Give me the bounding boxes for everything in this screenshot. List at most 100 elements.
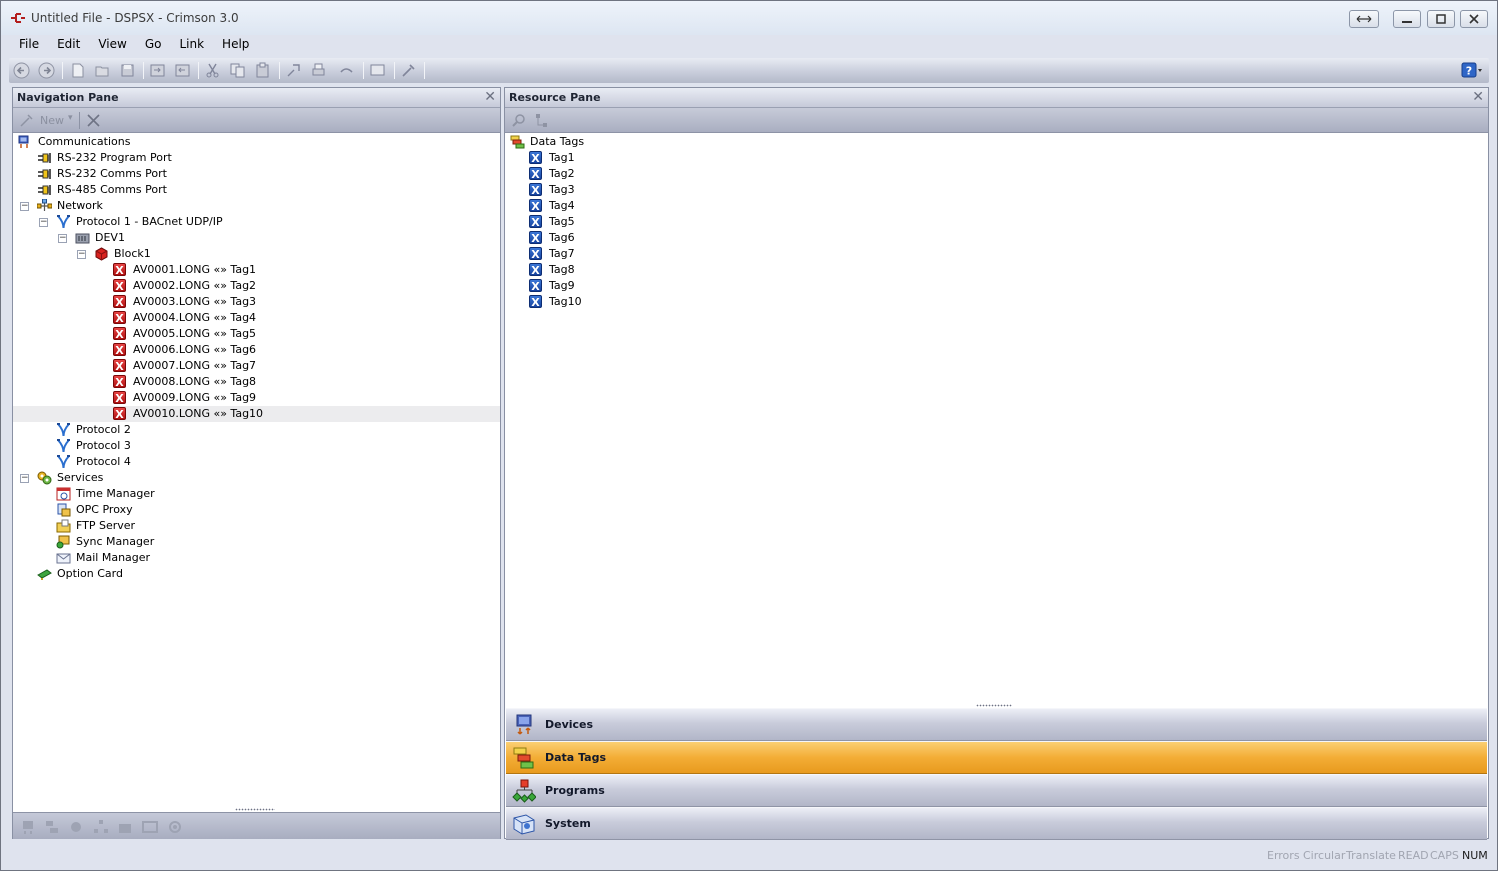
tree-item[interactable]: Protocol 4 xyxy=(13,454,500,470)
menu-view[interactable]: View xyxy=(89,36,135,55)
tree-item[interactable]: X AV0010.LONG «» Tag10 xyxy=(13,406,500,422)
tree-item[interactable]: OPC Proxy xyxy=(13,502,500,518)
mapping-icon: X xyxy=(113,375,128,389)
new-button[interactable]: New xyxy=(40,114,64,127)
category-programs[interactable]: Programs xyxy=(506,774,1487,807)
tree-item[interactable]: Protocol 2 xyxy=(13,422,500,438)
nav-tags-icon[interactable] xyxy=(44,819,60,835)
restore-down-button[interactable] xyxy=(1349,10,1379,28)
collapse-toggle[interactable]: − xyxy=(58,234,67,243)
tree-item[interactable]: RS-485 Comms Port xyxy=(13,182,500,198)
tree-item[interactable]: X Tag5 xyxy=(505,214,1488,230)
tree-item[interactable]: X AV0003.LONG «» Tag3 xyxy=(13,294,500,310)
tree-item[interactable]: X Tag9 xyxy=(505,278,1488,294)
collapse-toggle[interactable]: − xyxy=(77,250,86,259)
device-icon xyxy=(75,231,90,245)
category-devices[interactable]: Devices xyxy=(506,708,1487,741)
tree-item-label: Sync Manager xyxy=(76,535,155,548)
tree-item[interactable]: X Tag4 xyxy=(505,198,1488,214)
new-file-icon[interactable] xyxy=(69,62,86,79)
tree-item[interactable]: X AV0002.LONG «» Tag2 xyxy=(13,278,500,294)
tree-item[interactable]: − Network xyxy=(13,198,500,214)
tree-item[interactable]: X Tag8 xyxy=(505,262,1488,278)
print-icon[interactable] xyxy=(310,62,327,79)
category-data-tags[interactable]: Data Tags xyxy=(506,741,1487,774)
tree-item[interactable]: Data Tags xyxy=(505,134,1488,150)
splitter-grip[interactable] xyxy=(976,704,1012,707)
toolbar-separator xyxy=(198,62,199,79)
tree-view-icon[interactable] xyxy=(534,113,549,128)
tree-item[interactable]: X Tag6 xyxy=(505,230,1488,246)
menu-file[interactable]: File xyxy=(10,36,48,55)
nav-files-icon[interactable] xyxy=(117,819,133,835)
nav-system-icon[interactable] xyxy=(167,819,183,835)
tree-item-label: DEV1 xyxy=(95,231,125,244)
copy-icon[interactable] xyxy=(229,62,246,79)
find-icon[interactable] xyxy=(285,62,302,79)
forward-icon[interactable] xyxy=(38,62,55,79)
nav-web-icon[interactable] xyxy=(93,819,109,835)
tree-item[interactable]: − DEV1 xyxy=(13,230,500,246)
tree-item[interactable]: − Services xyxy=(13,470,500,486)
tree-item[interactable]: X AV0001.LONG «» Tag1 xyxy=(13,262,500,278)
paste-icon[interactable] xyxy=(254,62,271,79)
close-button[interactable] xyxy=(1460,10,1488,28)
port-icon xyxy=(37,151,52,165)
resource-pane-header: Resource Pane ✕ xyxy=(505,88,1488,108)
link-icon[interactable] xyxy=(338,62,355,79)
tree-item[interactable]: − Block1 xyxy=(13,246,500,262)
open-icon[interactable] xyxy=(94,62,111,79)
category-system[interactable]: System xyxy=(506,807,1487,840)
maximize-button[interactable] xyxy=(1427,10,1455,28)
menu-link[interactable]: Link xyxy=(170,36,213,55)
tool-icon[interactable] xyxy=(400,62,417,79)
tree-item[interactable]: FTP Server xyxy=(13,518,500,534)
port-icon xyxy=(37,167,52,181)
tree-item[interactable]: X Tag2 xyxy=(505,166,1488,182)
tree-item[interactable]: X AV0007.LONG «» Tag7 xyxy=(13,358,500,374)
splitter-grip[interactable] xyxy=(235,808,275,811)
export-icon[interactable] xyxy=(174,62,191,79)
import-icon[interactable] xyxy=(149,62,166,79)
tree-item[interactable]: Communications xyxy=(13,134,500,150)
minimize-icon xyxy=(1402,21,1412,23)
tree-item[interactable]: X Tag7 xyxy=(505,246,1488,262)
tree-item-label: AV0003.LONG «» Tag3 xyxy=(133,295,257,308)
back-icon[interactable] xyxy=(13,62,30,79)
tree-item[interactable]: Protocol 3 xyxy=(13,438,500,454)
tree-item[interactable]: Time Manager xyxy=(13,486,500,502)
help-icon[interactable]: ? xyxy=(1461,62,1483,79)
nav-devices-icon[interactable] xyxy=(20,819,36,835)
nav-programs-icon[interactable] xyxy=(68,819,84,835)
delete-icon[interactable] xyxy=(86,113,101,128)
collapse-toggle[interactable]: − xyxy=(20,474,29,483)
close-icon[interactable]: ✕ xyxy=(484,89,496,105)
minimize-button[interactable] xyxy=(1393,10,1421,28)
menu-edit[interactable]: Edit xyxy=(48,36,89,55)
tree-item[interactable]: X AV0005.LONG «» Tag5 xyxy=(13,326,500,342)
tree-item[interactable]: X AV0006.LONG «» Tag6 xyxy=(13,342,500,358)
collapse-toggle[interactable]: − xyxy=(20,202,29,211)
tree-item[interactable]: X AV0004.LONG «» Tag4 xyxy=(13,310,500,326)
tree-item[interactable]: RS-232 Comms Port xyxy=(13,166,500,182)
display-icon[interactable] xyxy=(369,62,386,79)
menu-go[interactable]: Go xyxy=(136,36,171,55)
tree-item-label: Tag9 xyxy=(549,279,575,292)
tree-item[interactable]: Option Card xyxy=(13,566,500,582)
nav-display-icon[interactable] xyxy=(142,819,158,835)
search-icon[interactable] xyxy=(511,113,526,128)
tree-item[interactable]: X Tag3 xyxy=(505,182,1488,198)
tree-item[interactable]: X Tag1 xyxy=(505,150,1488,166)
tree-item[interactable]: Sync Manager xyxy=(13,534,500,550)
collapse-toggle[interactable]: − xyxy=(39,218,48,227)
tree-item[interactable]: X AV0008.LONG «» Tag8 xyxy=(13,374,500,390)
save-icon[interactable] xyxy=(119,62,136,79)
close-icon[interactable]: ✕ xyxy=(1472,89,1484,105)
tree-item[interactable]: − Protocol 1 - BACnet UDP/IP xyxy=(13,214,500,230)
tree-item[interactable]: X AV0009.LONG «» Tag9 xyxy=(13,390,500,406)
tree-item[interactable]: RS-232 Program Port xyxy=(13,150,500,166)
cut-icon[interactable] xyxy=(204,62,221,79)
menu-help[interactable]: Help xyxy=(213,36,258,55)
tree-item[interactable]: X Tag10 xyxy=(505,294,1488,310)
tree-item[interactable]: Mail Manager xyxy=(13,550,500,566)
